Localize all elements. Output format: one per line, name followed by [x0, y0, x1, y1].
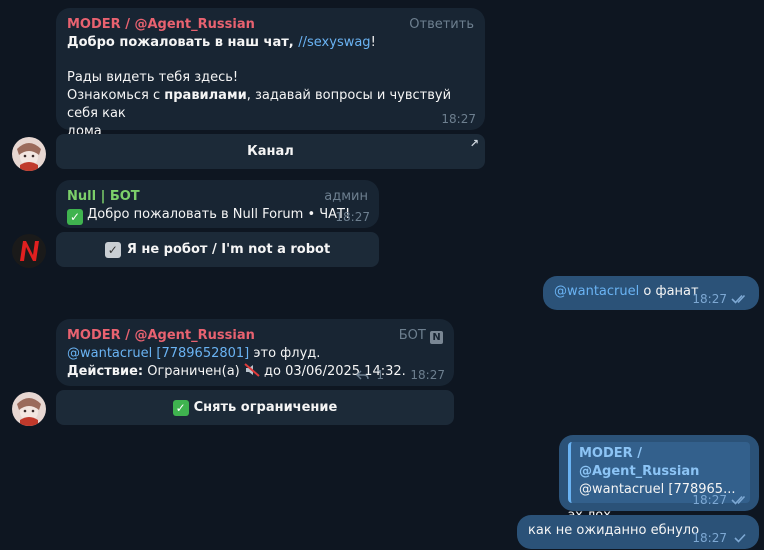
user-id[interactable]: [7789652801]	[156, 346, 249, 361]
avatar-moder[interactable]	[12, 137, 46, 171]
avatar-moder[interactable]	[12, 392, 46, 426]
fan-text: о фанат	[639, 284, 699, 299]
user-mention[interactable]: @wantacruel	[67, 346, 152, 361]
not-robot-label: Я не робот / I'm not a robot	[126, 242, 331, 257]
welcome-bold-text: Добро пожаловать в наш чат,	[67, 35, 299, 50]
flood-text: это флуд.	[249, 346, 321, 361]
bot-badge-icon: N	[430, 331, 443, 344]
single-check-icon	[734, 533, 746, 543]
admin-tag: админ	[324, 189, 368, 204]
reply-count-value: 1	[376, 368, 384, 382]
avatar-null-bot[interactable]	[12, 234, 46, 268]
sender-name[interactable]: Null | БОТ	[67, 188, 368, 206]
message-welcome[interactable]: MODER / @Agent_Russian Ответить Добро по…	[56, 8, 485, 139]
user-mention[interactable]: @wantacruel	[554, 284, 639, 299]
mute-speaker-icon	[244, 363, 260, 377]
message-flood[interactable]: MODER / @Agent_Russian БОТ N @wantacruel…	[56, 319, 454, 386]
channel-button[interactable]: Канал ↗	[56, 134, 485, 169]
sender-name[interactable]: MODER / @Agent_Russian	[67, 327, 443, 345]
reply-count[interactable]: 1	[355, 368, 384, 382]
flood-line-2: Действие: Ограничен(а) до 03/06/2025 14:…	[67, 363, 443, 381]
welcome-line-2: Рады видеть тебя здесь!	[67, 70, 239, 85]
not-robot-button[interactable]: ✓ Я не робот / I'm not a robot	[56, 232, 379, 267]
message-out-fan[interactable]: @wantacruel о фанат 18:27	[543, 276, 759, 310]
lift-restriction-button[interactable]: ✓ Снять ограничение	[56, 390, 454, 425]
ballot-box-check-icon: ✓	[104, 241, 121, 258]
message-time: 18:27	[692, 493, 727, 507]
channel-button-label: Канал	[247, 144, 294, 159]
check-mark-button-icon: ✓	[67, 209, 83, 225]
message-time: 18:27	[441, 112, 476, 126]
bot-tag-label: БОТ	[398, 328, 426, 343]
rules-link[interactable]: правилами	[164, 88, 246, 103]
flood-line-1: @wantacruel [7789652801] это флуд.	[67, 345, 443, 363]
welcome-line-3: Ознакомься с правилами, задавай вопросы …	[67, 87, 474, 123]
message-out-last[interactable]: как не ожиданно ебнуло 18:27	[517, 515, 759, 549]
message-text: ✓ Добро пожаловать в Null Forum • ЧАТ!	[67, 206, 368, 225]
message-time: 18:27	[692, 292, 727, 306]
reply-arrow-icon	[355, 370, 369, 380]
welcome-exclaim: !	[370, 35, 376, 50]
double-check-icon	[731, 495, 746, 505]
message-time: 18:27	[335, 210, 370, 224]
action-text: Ограничен(а)	[143, 364, 244, 379]
quote-sender: MODER / @Agent_Russian	[579, 446, 700, 479]
check-mark-button-icon: ✓	[172, 399, 189, 416]
message-null-bot[interactable]: Null | БОТ админ ✓ Добро пожаловать в Nu…	[56, 180, 379, 228]
message-out-reply[interactable]: MODER / @Agent_Russian @wantacruel [7789…	[559, 435, 759, 523]
message-text: Добро пожаловать в наш чат, //sexyswag!	[67, 34, 474, 52]
lift-restriction-label: Снять ограничение	[193, 400, 338, 415]
chat-area[interactable]: MODER / @Agent_Russian Ответить Добро по…	[0, 0, 764, 550]
chat-link[interactable]: //sexyswag	[298, 35, 370, 50]
open-link-arrow-icon: ↗	[469, 137, 479, 150]
bot-welcome-text: Добро пожаловать в Null Forum • ЧАТ!	[87, 207, 351, 222]
rules-prefix: Ознакомься с	[67, 88, 165, 103]
action-label: Действие:	[67, 364, 144, 379]
reply-label[interactable]: Ответить	[409, 17, 474, 32]
message-time: 18:27	[410, 368, 445, 382]
message-time: 18:27	[692, 531, 727, 545]
bot-tag: БОТ N	[399, 328, 443, 344]
double-check-icon	[731, 294, 746, 304]
